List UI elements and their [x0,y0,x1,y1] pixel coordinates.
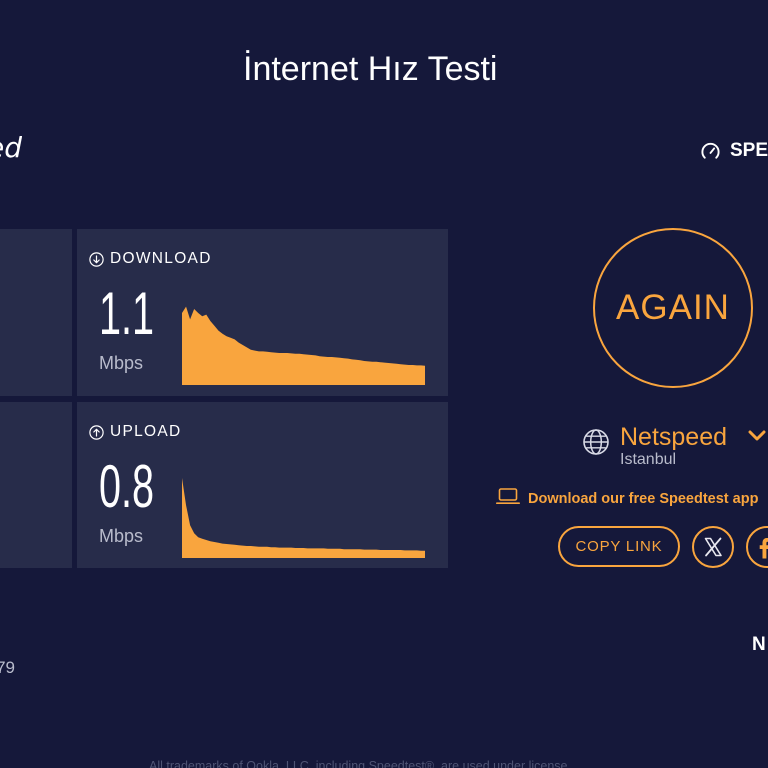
right-section-heading: N [752,634,768,656]
upload-card: UPLOAD 0.8 Mbps [77,402,448,568]
left-info-value-text: 79 [0,658,15,677]
copy-link-button[interactable]: COPY LINK [558,526,680,567]
upload-icon [89,425,104,440]
share-facebook-button[interactable] [746,526,768,568]
brand-link[interactable]: SPE [700,138,768,164]
footer-text: All trademarks of Ookla, LLC, including … [149,759,571,768]
download-icon [89,252,104,267]
brand-text: SPE [730,140,768,161]
server-location: Istanbul [620,451,677,468]
download-graph-area [182,306,425,385]
download-graph [182,306,425,385]
again-button[interactable]: AGAIN [593,228,753,388]
right-section-heading-text: N [752,634,766,655]
x-logo-icon [704,537,722,557]
upload-label: UPLOAD [110,423,182,440]
upload-graph-area [182,478,425,558]
again-label: AGAIN [616,288,730,327]
result-card-left-bottom [0,402,72,568]
gauge-icon [701,142,720,159]
app-download-link[interactable]: Download our free Speedtest app [528,490,768,507]
result-card-left-top [0,229,72,396]
globe-icon [583,429,609,455]
upload-graph [182,478,425,558]
server-provider[interactable]: Netspeed [620,423,727,451]
download-value: 1.1 [99,280,155,347]
download-card: DOWNLOAD 1.1 Mbps [77,229,448,396]
upload-unit: Mbps [99,526,144,546]
copy-link-label: COPY LINK [575,538,663,555]
left-info-value: 79 [0,658,15,678]
footer: All trademarks of Ookla, LLC, including … [0,758,720,768]
laptop-icon [496,488,520,504]
app-download-text: Download our free Speedtest app [528,491,759,507]
facebook-icon [759,538,768,559]
logo-text: ed [0,133,22,163]
upload-value: 0.8 [99,453,155,520]
speedtest-logo[interactable]: ed [0,133,22,163]
chevron-down-icon[interactable] [748,430,766,442]
download-label: DOWNLOAD [110,250,212,267]
page-title: İnternet Hız Testi [243,50,498,88]
download-unit: Mbps [99,353,144,373]
share-x-button[interactable] [692,526,734,568]
